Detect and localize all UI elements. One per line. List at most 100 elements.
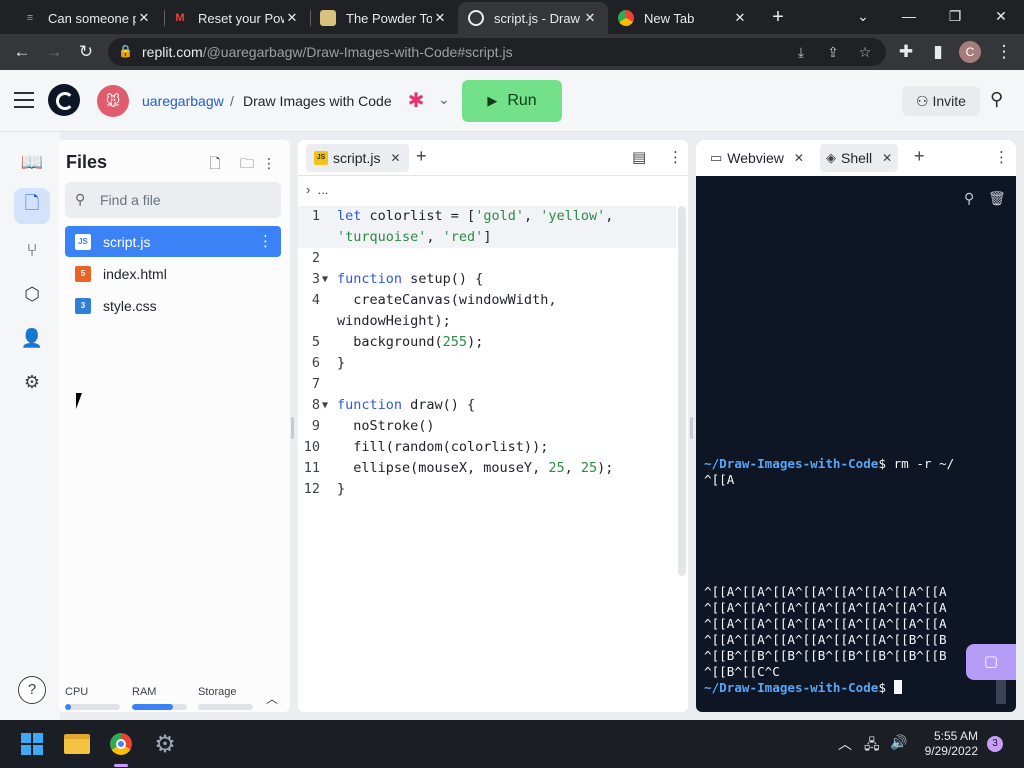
add-tab-icon[interactable]: + [416, 146, 427, 167]
code-line[interactable]: 'turquoise', 'red'] [298, 227, 676, 248]
files-menu-icon[interactable]: ⋮ [260, 154, 278, 172]
code-line[interactable]: 11 ellipse(mouseX, mouseY, 25, 25); [298, 458, 676, 479]
restore-icon[interactable]: ❐ [942, 4, 968, 28]
close-window-icon[interactable]: ✕ [988, 4, 1014, 28]
file-item-index-html[interactable]: 5 index.html [65, 258, 281, 289]
resize-handle[interactable] [291, 417, 294, 439]
bookmark-star-icon[interactable]: ☆ [855, 42, 875, 62]
extensions-icon[interactable]: ✚ [894, 40, 918, 64]
browser-tab-powder-toy[interactable]: The Powder Toy ✕ [310, 2, 458, 34]
terminal-scrollbar[interactable] [996, 676, 1006, 704]
add-tab-icon[interactable]: + [914, 146, 925, 167]
new-folder-icon[interactable]: 🗀 [238, 154, 256, 172]
settings-gear-icon[interactable]: ⚙ [14, 364, 50, 400]
file-item-script-js[interactable]: JS script.js ⋮ [65, 226, 281, 257]
code-line[interactable]: 10 fill(random(colorlist)); [298, 437, 676, 458]
file-item-style-css[interactable]: 3 style.css [65, 290, 281, 321]
system-clock[interactable]: 5:55 AM 9/29/2022 [920, 729, 978, 759]
tab-shell[interactable]: ◈ Shell ✕ [820, 144, 899, 172]
resize-handle[interactable] [690, 417, 693, 439]
run-button[interactable]: ▶ Run [462, 80, 562, 122]
browser-tab-gmail[interactable]: M Reset your Pow ✕ [162, 2, 310, 34]
code-line[interactable]: 8 ▼ function draw() { [298, 395, 676, 416]
format-icon[interactable]: ▤ [632, 148, 646, 166]
tab-webview[interactable]: ▭ Webview ✕ [704, 144, 810, 172]
code-line[interactable]: 9 noStroke() [298, 416, 676, 437]
chevron-down-icon[interactable]: ⌄ [438, 91, 450, 108]
code-line[interactable]: 7 [298, 374, 676, 395]
replit-logo[interactable] [48, 84, 80, 116]
search-icon[interactable]: ⚲ [990, 89, 1014, 113]
browser-tab-stackoverflow[interactable]: ≡ Can someone pl ✕ [12, 2, 162, 34]
close-tab-icon[interactable]: ✕ [284, 10, 300, 26]
code-text: let colorlist = ['gold', 'yellow', [337, 208, 614, 224]
code-line[interactable]: 1 let colorlist = ['gold', 'yellow', [298, 206, 676, 227]
editor-menu-icon[interactable]: ⋮ [668, 148, 683, 166]
close-tab-icon[interactable]: ✕ [432, 10, 448, 26]
minimize-icon[interactable]: — [896, 4, 922, 28]
shell-menu-icon[interactable]: ⋮ [994, 148, 1009, 166]
trash-icon[interactable]: 🗑 [988, 190, 1006, 207]
search-icon[interactable]: ⚲ [964, 190, 974, 207]
owner-link[interactable]: uaregarbagw [142, 93, 224, 109]
network-icon[interactable]: 🖧 [864, 734, 880, 758]
windows-start-icon[interactable] [18, 730, 46, 758]
invite-button[interactable]: ⚇ Invite [902, 86, 980, 116]
code-text: } [337, 355, 346, 371]
fold-icon[interactable]: ▼ [322, 269, 328, 290]
chat-icon[interactable]: ▢ [966, 644, 1016, 680]
repl-name[interactable]: Draw Images with Code [243, 93, 392, 109]
path-separator: / [230, 93, 234, 109]
tab-script-js[interactable]: JS script.js ✕ [306, 144, 409, 172]
new-tab-icon[interactable]: + [767, 6, 789, 28]
side-panel-icon[interactable]: ▮ [926, 40, 950, 64]
help-icon[interactable]: ? [18, 676, 46, 704]
packages-icon[interactable]: ⬡ [14, 276, 50, 312]
git-icon[interactable]: ⑂ [14, 232, 50, 268]
tab-search-icon[interactable]: ⌄ [850, 4, 876, 28]
chrome-taskbar-icon[interactable] [107, 730, 135, 758]
notification-badge[interactable]: 3 [987, 736, 1003, 752]
reload-icon[interactable]: ↻ [74, 40, 98, 64]
browser-tab-new[interactable]: New Tab ✕ [608, 2, 758, 34]
volume-icon[interactable]: 🔊 [890, 734, 907, 751]
browser-menu-icon[interactable]: ⋮ [992, 40, 1016, 64]
terminal-prompt[interactable]: ~/Draw-Images-with-Code$ [704, 680, 902, 696]
code-area[interactable]: 1 let colorlist = ['gold', 'yellow', 'turq… [298, 206, 676, 500]
files-icon[interactable]: 🗋 [14, 188, 50, 224]
install-icon[interactable]: ⤓ [791, 42, 811, 62]
chevron-up-icon[interactable]: ︿ [838, 734, 852, 754]
code-line[interactable]: 4 createCanvas(windowWidth, [298, 290, 676, 311]
address-bar[interactable]: 🔒 replit.com/@uaregarbagw/Draw-Images-wi… [108, 38, 886, 66]
user-icon[interactable]: 👤 [14, 320, 50, 356]
file-explorer-icon[interactable] [63, 730, 91, 758]
close-icon[interactable]: ✕ [390, 151, 400, 165]
book-icon[interactable]: 📖 [14, 144, 50, 180]
code-line[interactable]: 6} [298, 353, 676, 374]
chevron-up-icon[interactable]: ︿ [266, 690, 278, 707]
close-icon[interactable]: ✕ [882, 151, 892, 165]
code-line[interactable]: 3 ▼ function setup() { [298, 269, 676, 290]
share-icon[interactable]: ⇪ [823, 42, 843, 62]
forward-icon[interactable]: → [42, 40, 66, 64]
code-line[interactable]: 5 background(255); [298, 332, 676, 353]
close-icon[interactable]: ✕ [794, 151, 804, 165]
file-menu-icon[interactable]: ⋮ [258, 232, 273, 250]
editor-scrollbar[interactable] [678, 206, 686, 576]
close-tab-icon[interactable]: ✕ [582, 10, 598, 26]
user-avatar[interactable]: 🐭 [97, 85, 129, 117]
close-tab-icon[interactable]: ✕ [732, 10, 748, 26]
code-line[interactable]: 12} [298, 479, 676, 500]
new-file-icon[interactable]: 🗋 [206, 154, 224, 172]
back-icon[interactable]: ← [10, 40, 34, 64]
profile-avatar[interactable]: C [959, 41, 981, 63]
menu-icon[interactable] [14, 92, 34, 108]
browser-tab-replit[interactable]: script.js - Draw I ✕ [458, 2, 608, 34]
settings-taskbar-icon[interactable]: ⚙ [151, 730, 179, 758]
code-line[interactable]: 2 [298, 248, 676, 269]
breadcrumb[interactable]: › ... [306, 182, 328, 197]
close-tab-icon[interactable]: ✕ [136, 10, 152, 26]
code-line[interactable]: windowHeight); [298, 311, 676, 332]
find-file-input[interactable]: ⚲ Find a file [65, 182, 281, 218]
fold-icon[interactable]: ▼ [322, 395, 328, 416]
